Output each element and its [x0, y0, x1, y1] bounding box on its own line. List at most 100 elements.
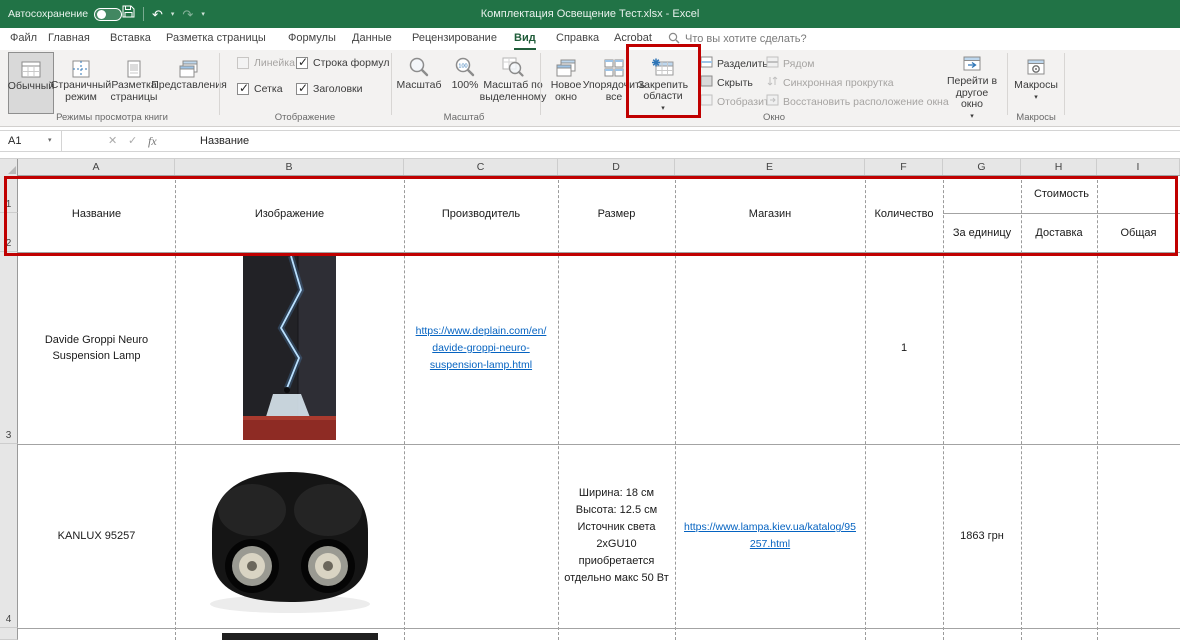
hide-label: Скрыть — [717, 77, 753, 89]
reset-window-position-button: Восстановить расположение окна — [766, 94, 949, 109]
formula-input[interactable]: Название — [200, 131, 249, 151]
cell-g4-price[interactable]: 1863 грн — [943, 444, 1021, 628]
row-header-5[interactable] — [0, 628, 18, 640]
group-label-views: Режимы просмотра книги — [56, 112, 168, 123]
size-line: Ширина: 18 см — [579, 485, 654, 502]
name-box-caret-icon[interactable]: ▾ — [48, 131, 52, 151]
col-header-h[interactable]: H — [1021, 159, 1097, 176]
header-cell-quantity[interactable]: Количество — [865, 175, 943, 252]
row-header-1[interactable]: 1 — [0, 175, 18, 213]
macros-button[interactable]: Макросы ▾ — [1012, 52, 1060, 114]
sync-scroll-label: Синхронная прокрутка — [783, 77, 894, 89]
svg-text:100: 100 — [458, 64, 467, 70]
header-cell-total[interactable]: Общая — [1097, 213, 1180, 252]
headings-checkbox[interactable]: Заголовки — [296, 83, 363, 95]
row-header-3[interactable]: 3 — [0, 252, 18, 444]
normal-view-button[interactable]: Обычный — [8, 52, 54, 114]
tab-data[interactable]: Данные — [352, 28, 392, 50]
tab-review[interactable]: Рецензирование — [412, 28, 497, 50]
header-cell-manufacturer[interactable]: Производитель — [404, 175, 558, 252]
cancel-icon: ✕ — [108, 131, 117, 151]
cell-a3-product-name[interactable]: Davide Groppi Neuro Suspension Lamp — [18, 252, 175, 444]
header-cell-size[interactable]: Размер — [558, 175, 675, 252]
cell-d4-size[interactable]: Ширина: 18 см Высота: 12.5 см Источник с… — [558, 444, 675, 628]
zoom-button[interactable]: Масштаб — [396, 52, 442, 114]
product-photo-lamp[interactable] — [243, 256, 336, 440]
col-header-e[interactable]: E — [675, 159, 865, 176]
manufacturer-link[interactable]: https://www.deplain.com/en/ — [416, 323, 547, 340]
tab-page-layout[interactable]: Разметка страницы — [166, 28, 266, 50]
custom-views-label: Представления — [151, 80, 227, 92]
col-header-a[interactable]: A — [18, 159, 175, 176]
shop-link[interactable]: 257.html — [750, 536, 790, 553]
normal-view-label: Обычный — [8, 81, 54, 93]
normal-view-icon — [21, 55, 41, 79]
tab-home[interactable]: Главная — [48, 28, 90, 50]
macros-label: Макросы — [1014, 80, 1058, 92]
product-photo-spotlight[interactable] — [196, 452, 384, 624]
gridline — [18, 252, 1180, 253]
tab-formulas[interactable]: Формулы — [288, 28, 336, 50]
group-label-zoom: Масштаб — [444, 112, 485, 123]
header-cell-shop[interactable]: Магазин — [675, 175, 865, 252]
header-cell-cost[interactable]: Стоимость — [943, 175, 1180, 213]
col-header-f[interactable]: F — [865, 159, 943, 176]
lamp-photo-graphic — [243, 256, 336, 440]
tab-view[interactable]: Вид — [514, 28, 536, 50]
tab-acrobat[interactable]: Acrobat — [614, 28, 652, 50]
split-icon — [700, 56, 713, 71]
shop-link[interactable]: https://www.lampa.kiev.ua/katalog/95 — [684, 519, 856, 536]
ruler-checkbox[interactable]: Линейка — [237, 57, 295, 69]
col-header-g[interactable]: G — [943, 159, 1021, 176]
gridlines-checkbox-box-icon — [237, 83, 249, 95]
headings-checkbox-box-icon — [296, 83, 308, 95]
enter-icon: ✓ — [128, 131, 137, 151]
gridline — [18, 628, 1180, 629]
manufacturer-link[interactable]: suspension-lamp.html — [430, 357, 532, 374]
custom-views-icon — [178, 54, 200, 78]
switch-windows-button[interactable]: Перейти в другое окно▾ — [944, 52, 1000, 114]
hide-button[interactable]: Скрыть — [700, 75, 753, 90]
header-cell-delivery[interactable]: Доставка — [1021, 213, 1097, 252]
size-line: отдельно макс 50 Вт — [564, 570, 669, 587]
formula-bar-checkbox[interactable]: Строка формул — [296, 57, 389, 69]
tab-help[interactable]: Справка — [556, 28, 599, 50]
page-break-preview-icon — [71, 54, 91, 78]
page-break-preview-button[interactable]: Страничный режим — [56, 52, 106, 114]
tab-insert[interactable]: Вставка — [110, 28, 151, 50]
new-window-icon — [555, 54, 577, 78]
new-window-label: Новое окно — [544, 80, 588, 103]
freeze-panes-button[interactable]: Закрепить области▾ — [632, 52, 694, 114]
zoom-to-selection-button[interactable]: Масштаб по выделенному — [488, 52, 538, 114]
arrange-all-icon — [603, 54, 625, 78]
header-cell-per-unit[interactable]: За единицу — [943, 213, 1021, 252]
title-bar: Автосохранение ↶▾ ↷ ▾ Комплектация Освещ… — [0, 0, 1180, 28]
header-cell-name[interactable]: Название — [18, 175, 175, 252]
col-header-c[interactable]: C — [404, 159, 558, 176]
manufacturer-link[interactable]: davide-groppi-neuro- — [432, 340, 529, 357]
new-window-button[interactable]: Новое окно — [544, 52, 588, 114]
tab-file[interactable]: Файл — [10, 28, 37, 50]
header-cell-image[interactable]: Изображение — [175, 175, 404, 252]
gridlines-checkbox-label: Сетка — [254, 83, 283, 95]
tell-me-box[interactable]: Что вы хотите сделать? — [668, 28, 807, 50]
row-header-2[interactable]: 2 — [0, 213, 18, 252]
cell-f3-quantity[interactable]: 1 — [865, 252, 943, 444]
search-icon — [668, 32, 680, 47]
col-header-i[interactable]: I — [1097, 159, 1180, 176]
split-label: Разделить — [717, 58, 768, 70]
col-header-b[interactable]: B — [175, 159, 404, 176]
gridlines-checkbox[interactable]: Сетка — [237, 83, 283, 95]
group-separator — [391, 53, 392, 115]
unhide-button: Отобразить — [700, 94, 774, 109]
cell-a4-product-name[interactable]: KANLUX 95257 — [18, 444, 175, 628]
split-button[interactable]: Разделить — [700, 56, 768, 71]
name-box[interactable]: A1 — [0, 131, 62, 151]
reset-window-position-icon — [766, 94, 779, 109]
select-all-corner[interactable] — [0, 159, 18, 176]
custom-views-button[interactable]: Представления — [162, 52, 216, 114]
fx-icon[interactable]: fx — [148, 131, 157, 151]
row-header-4[interactable]: 4 — [0, 444, 18, 628]
tell-me-text: Что вы хотите сделать? — [685, 33, 807, 45]
col-header-d[interactable]: D — [558, 159, 675, 176]
